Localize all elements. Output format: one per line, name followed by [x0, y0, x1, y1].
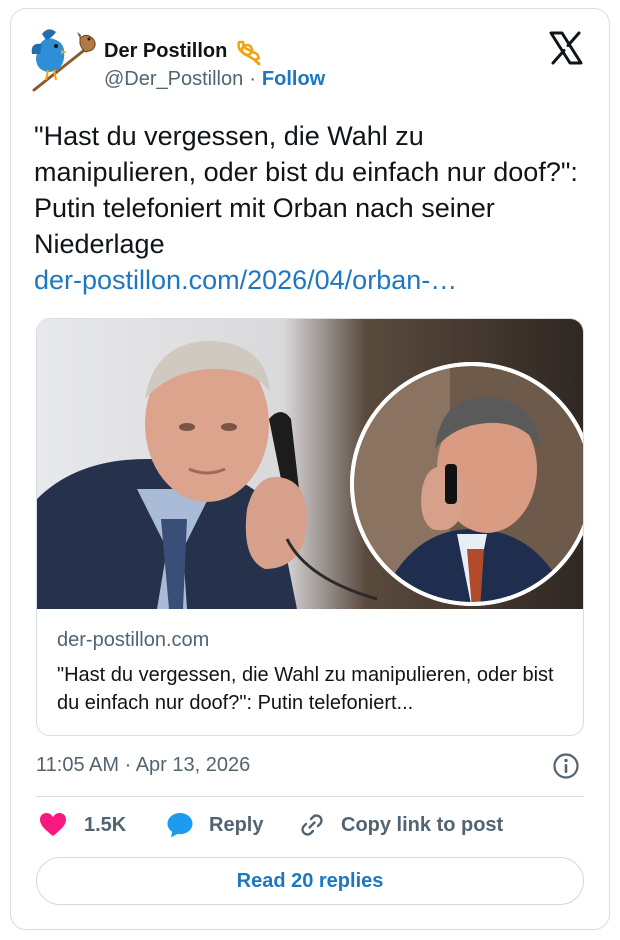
speech-bubble-icon — [167, 813, 193, 838]
like-button[interactable]: 1.5K — [38, 810, 126, 840]
reply-label: Reply — [209, 813, 264, 836]
preview-photo — [37, 319, 583, 609]
x-logo-icon[interactable] — [548, 30, 584, 66]
like-count: 1.5K — [84, 813, 127, 836]
link-preview-card[interactable]: der-postillon.com "Hast du vergessen, di… — [36, 318, 584, 736]
separator-dot: · — [249, 68, 256, 90]
author-handle-row: @Der_Postillon · Follow — [104, 68, 325, 91]
read-replies-button[interactable]: Read 20 replies — [36, 857, 584, 905]
author-handle[interactable]: @Der_Postillon — [104, 68, 243, 91]
link-card-title: "Hast du vergessen, die Wahl zu manipuli… — [57, 664, 554, 714]
divider — [36, 796, 584, 797]
post-horn-icon — [237, 40, 261, 66]
info-icon[interactable] — [552, 752, 580, 780]
copy-link-button[interactable]: Copy link to post — [297, 810, 503, 840]
post-timestamp[interactable]: 11:05 AM · Apr 13, 2026 — [36, 754, 250, 777]
copy-link-label: Copy link to post — [341, 813, 504, 836]
tweet-text: "Hast du vergessen, die Wahl zu manipuli… — [34, 118, 584, 298]
author-name[interactable]: Der Postillon — [104, 40, 227, 63]
avatar[interactable] — [28, 24, 100, 96]
tweet-body: "Hast du vergessen, die Wahl zu manipuli… — [34, 121, 578, 259]
link-card-domain: der-postillon.com — [57, 629, 210, 651]
link-icon — [301, 814, 323, 836]
tweet-link[interactable]: der-postillon.com/2026/04/orban-… — [34, 262, 584, 298]
follow-button[interactable]: Follow — [262, 68, 325, 91]
heart-icon — [40, 813, 66, 836]
reply-button[interactable]: Reply — [165, 810, 263, 840]
author-name-row: Der Postillon — [104, 36, 263, 66]
